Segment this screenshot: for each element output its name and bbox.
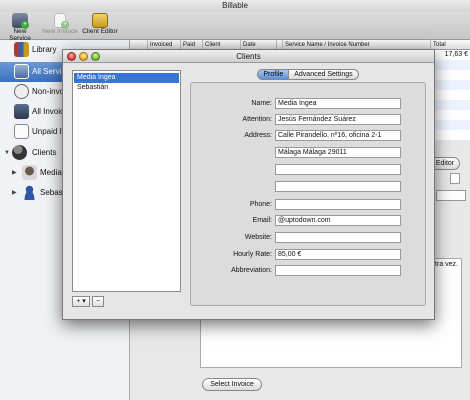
services-icon [14,64,29,79]
new-service-icon: + [12,13,29,29]
invoices-icon [14,104,29,119]
table-cell-total: 17,63 € [444,51,468,58]
attention-label: Attention: [242,116,272,123]
tab-profile[interactable]: Profile [257,69,290,80]
window-titlebar: Billable [0,0,470,12]
minimize-icon[interactable] [79,51,88,61]
library-icon [14,42,29,57]
disclosure-open-icon[interactable]: ▼ [4,143,10,163]
address-line3-field[interactable] [275,164,401,175]
close-icon[interactable] [67,51,76,61]
disclosure-closed-icon[interactable]: ▶ [12,183,17,203]
attention-field[interactable]: Jesús Fernández Suárez [275,114,401,125]
client-list[interactable]: Media Ingea Sebastián [72,70,181,292]
address-line1-field[interactable]: Calle Pirandello, nº16, oficina 2-1 [275,130,401,141]
name-field[interactable]: Media Ingea [275,98,401,109]
client-list-item[interactable]: Sebastián [74,83,179,93]
clients-dialog: Clients Media Ingea Sebastián + ▾ − Prof… [62,49,435,320]
remove-client-button[interactable]: − [92,296,104,307]
window-title: Billable [222,1,248,10]
dialog-titlebar: Clients [63,50,434,63]
abbreviation-field[interactable] [275,265,401,276]
client-avatar-icon [22,165,37,180]
address-line4-field[interactable] [275,181,401,192]
client-list-item[interactable]: Media Ingea [74,73,179,83]
non-invoiced-icon [14,84,29,99]
clients-icon [12,145,27,160]
address-label: Address: [244,132,272,139]
add-client-button[interactable]: + ▾ [72,296,90,307]
hourly-rate-field[interactable]: 85,00 € [275,249,401,260]
sidebar-item-label: Library [32,45,57,54]
select-invoice-button[interactable]: Select Invoice [202,378,262,391]
website-field[interactable] [275,232,401,243]
notes-text: tra vez. [435,261,458,268]
hourly-rate-label: Hourly Rate: [233,251,272,258]
new-service-button[interactable]: + New Service [3,13,37,42]
toolbar: + New Service + New Invoice Client Edito… [0,12,470,42]
dialog-title: Clients [236,52,261,61]
disclosure-closed-icon[interactable]: ▶ [12,163,17,183]
detail-field[interactable] [436,190,466,201]
tab-bar: Profile Advanced Settings [188,69,428,81]
tab-advanced-settings[interactable]: Advanced Settings [289,69,359,80]
phone-label: Phone: [249,201,272,208]
new-invoice-label: New Invoice [42,28,78,35]
abbreviation-label: Abbreviation: [231,267,272,274]
client-editor-icon [92,13,108,28]
unpaid-icon [14,124,29,139]
email-label: Email: [252,217,272,224]
email-field[interactable]: @uptodown.com [275,215,401,226]
calendar-button[interactable] [450,173,460,184]
website-label: Website: [244,234,272,241]
phone-field[interactable] [275,199,401,210]
new-invoice-icon: + [54,13,69,29]
name-label: Name: [251,100,272,107]
new-invoice-button[interactable]: + New Invoice [42,13,78,35]
person-icon [22,185,37,200]
client-editor-button[interactable]: Client Editor [82,13,118,35]
sidebar-item-label: Clients [32,148,57,157]
client-editor-label: Client Editor [82,28,118,35]
address-line2-field[interactable]: Málaga Málaga 29011 [275,147,401,158]
zoom-icon[interactable] [91,51,100,61]
